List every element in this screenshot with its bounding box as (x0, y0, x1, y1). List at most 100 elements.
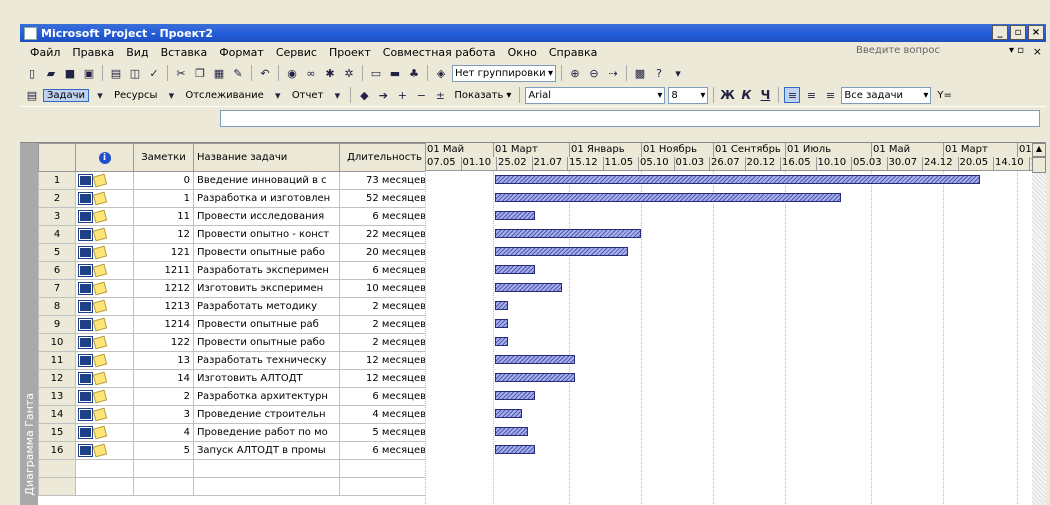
notes-cell[interactable]: 121 (133, 243, 194, 262)
print-icon[interactable]: ▤ (108, 65, 124, 81)
notes-header[interactable]: Заметки (133, 143, 194, 172)
indicators-cell[interactable] (75, 225, 134, 244)
gantt-task-bar[interactable] (495, 211, 535, 220)
row-number[interactable]: 12 (38, 369, 76, 388)
assign-resources-icon[interactable]: ♣ (406, 65, 422, 81)
indicators-cell[interactable] (75, 405, 134, 424)
duration-cell[interactable]: 6 месяцев (339, 207, 430, 226)
notes-cell[interactable]: 5 (133, 441, 194, 460)
gantt-task-bar[interactable] (495, 391, 535, 400)
indicators-header[interactable]: i (75, 143, 134, 172)
split-task-icon[interactable]: ✲ (341, 65, 357, 81)
arrow-left-icon[interactable]: ◆ (356, 87, 372, 103)
notes-cell[interactable]: 14 (133, 369, 194, 388)
empty-row[interactable] (38, 477, 430, 496)
align-right-icon[interactable]: ≡ (822, 87, 838, 103)
gantt-task-bar[interactable] (495, 229, 641, 238)
gantt-task-bar[interactable] (495, 283, 562, 292)
duration-header[interactable]: Длительность (339, 143, 430, 172)
tasks-dropdown-icon[interactable]: ▾ (92, 87, 108, 103)
format-painter-icon[interactable]: ✎ (230, 65, 246, 81)
menu-help[interactable]: Справка (543, 46, 603, 59)
task-name-cell[interactable]: Изготовить АЛТОДТ (193, 369, 340, 388)
gantt-task-bar[interactable] (495, 355, 575, 364)
task-name-cell[interactable]: Проведение работ по мо (193, 423, 340, 442)
indicators-cell[interactable] (75, 207, 134, 226)
indicators-cell[interactable] (75, 189, 134, 208)
table-row[interactable]: 10 122 Провести опытные рабо 2 месяцев (38, 333, 430, 352)
indicators-cell[interactable] (75, 279, 134, 298)
select-all-cell[interactable] (38, 143, 76, 172)
menu-view[interactable]: Вид (120, 46, 154, 59)
tracking-button[interactable]: Отслеживание (182, 90, 266, 101)
row-number[interactable]: 2 (38, 189, 76, 208)
minimize-button[interactable]: _ (992, 25, 1008, 40)
gantt-task-bar[interactable] (495, 445, 535, 454)
task-name-cell[interactable]: Разработать эксперимен (193, 261, 340, 280)
vertical-scrollbar[interactable]: ▲ (1032, 143, 1046, 505)
align-center-icon[interactable]: ≡ (803, 87, 819, 103)
filter-dropdown[interactable]: Все задачи ▾ (841, 86, 932, 104)
permission-icon[interactable]: ▣ (81, 65, 97, 81)
entry-field[interactable] (220, 110, 1040, 127)
copy-icon[interactable]: ❐ (192, 65, 208, 81)
maximize-button[interactable]: ▫ (1010, 25, 1026, 40)
table-row[interactable]: 3 11 Провести исследования 6 месяцев (38, 207, 430, 226)
table-row[interactable]: 14 3 Проведение строительн 4 месяцев (38, 405, 430, 424)
duration-cell[interactable]: 5 месяцев (339, 423, 430, 442)
zoom-out-icon[interactable]: ⊖ (586, 65, 602, 81)
plus-icon[interactable]: + (394, 87, 410, 103)
task-name-cell[interactable]: Провести опытные рабо (193, 333, 340, 352)
notes-cell[interactable]: 13 (133, 351, 194, 370)
notes-cell[interactable]: 12 (133, 225, 194, 244)
gantt-task-bar[interactable] (495, 301, 508, 310)
close-button[interactable]: × (1028, 25, 1044, 40)
row-number[interactable]: 15 (38, 423, 76, 442)
indicators-cell[interactable] (75, 261, 134, 280)
minus-icon[interactable]: − (413, 87, 429, 103)
cut-icon[interactable]: ✂ (173, 65, 189, 81)
spelling-icon[interactable]: ✓ (146, 65, 162, 81)
task-name-cell[interactable]: Провести исследования (193, 207, 340, 226)
row-number[interactable]: 3 (38, 207, 76, 226)
notes-cell[interactable]: 1213 (133, 297, 194, 316)
duration-cell[interactable]: 22 месяцев (339, 225, 430, 244)
duration-cell[interactable]: 6 месяцев (339, 261, 430, 280)
question-input[interactable]: Введите вопрос (856, 45, 940, 56)
bold-button[interactable]: Ж (719, 87, 735, 103)
indicators-cell[interactable] (75, 333, 134, 352)
preview-icon[interactable]: ◫ (127, 65, 143, 81)
publish-icon[interactable]: ◈ (433, 65, 449, 81)
indicators-cell[interactable] (75, 441, 134, 460)
menu-window[interactable]: Окно (502, 46, 543, 59)
new-icon[interactable]: ▯ (24, 65, 40, 81)
paste-icon[interactable]: ▦ (211, 65, 227, 81)
menu-project[interactable]: Проект (323, 46, 377, 59)
font-size-dropdown[interactable]: 8 ▾ (668, 86, 709, 104)
task-info-icon[interactable]: ▭ (368, 65, 384, 81)
table-row[interactable]: 4 12 Провести опытно - конст 22 месяцев (38, 225, 430, 244)
menu-edit[interactable]: Правка (66, 46, 120, 59)
indicators-cell[interactable] (75, 315, 134, 334)
gantt-task-bar[interactable] (495, 247, 628, 256)
copy-picture-icon[interactable]: ▩ (632, 65, 648, 81)
empty-row[interactable] (38, 459, 430, 478)
task-name-cell[interactable]: Запуск АЛТОДТ в промы (193, 441, 340, 460)
indicators-cell[interactable] (75, 243, 134, 262)
table-row[interactable]: 11 13 Разработать техническу 12 месяцев (38, 351, 430, 370)
table-row[interactable]: 1 0 Введение инноваций в с 73 месяцев (38, 171, 430, 190)
notes-cell[interactable]: 1211 (133, 261, 194, 280)
indicators-cell[interactable] (75, 351, 134, 370)
task-name-cell[interactable]: Провести опытно - конст (193, 225, 340, 244)
task-name-header[interactable]: Название задачи (193, 143, 340, 172)
unlink-tasks-icon[interactable]: ✱ (322, 65, 338, 81)
row-number[interactable]: 4 (38, 225, 76, 244)
task-name-cell[interactable]: Введение инноваций в с (193, 171, 340, 190)
task-name-cell[interactable]: Разработка архитектурн (193, 387, 340, 406)
duration-cell[interactable]: 2 месяцев (339, 315, 430, 334)
row-number[interactable]: 5 (38, 243, 76, 262)
table-row[interactable]: 5 121 Провести опытные рабо 20 месяцев (38, 243, 430, 262)
zoom-in-icon[interactable]: ⊕ (567, 65, 583, 81)
italic-button[interactable]: К (738, 87, 754, 103)
gantt-task-bar[interactable] (495, 265, 535, 274)
